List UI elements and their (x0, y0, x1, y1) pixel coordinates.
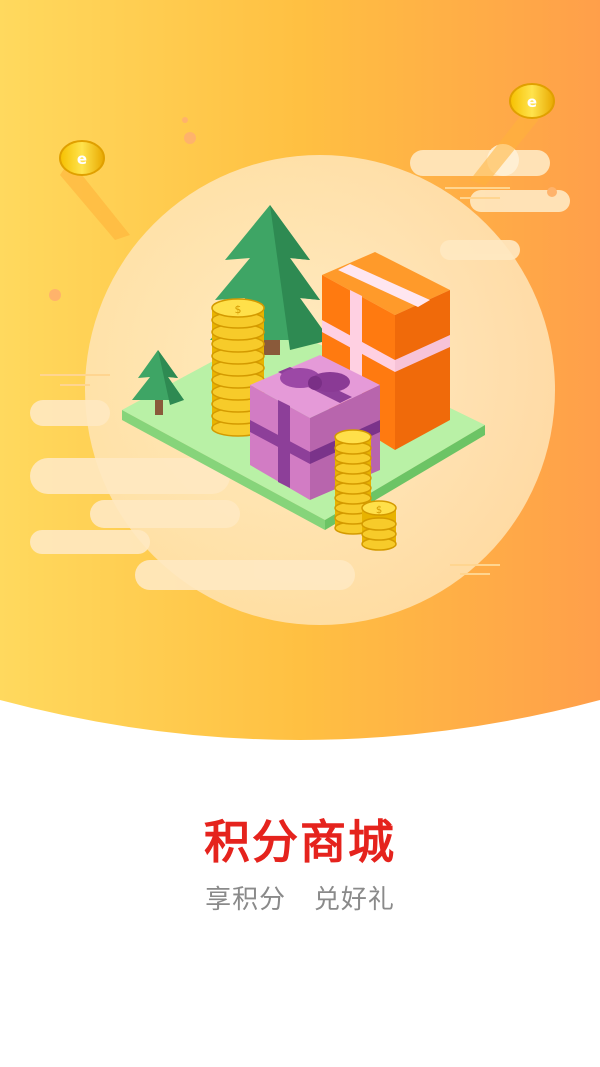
svg-text:e: e (527, 93, 537, 111)
splash-subtitle: 享积分 兑好礼 (205, 885, 395, 915)
coin-stack-icon: $ (361, 500, 397, 551)
svg-text:e: e (77, 150, 87, 168)
splash-title: 积分商城 (204, 815, 396, 869)
svg-text:$: $ (376, 505, 382, 516)
svg-text:$: $ (235, 303, 242, 316)
hero-illustration: e e $ $ (0, 0, 600, 740)
hero-banner: e e $ $ (0, 0, 600, 760)
